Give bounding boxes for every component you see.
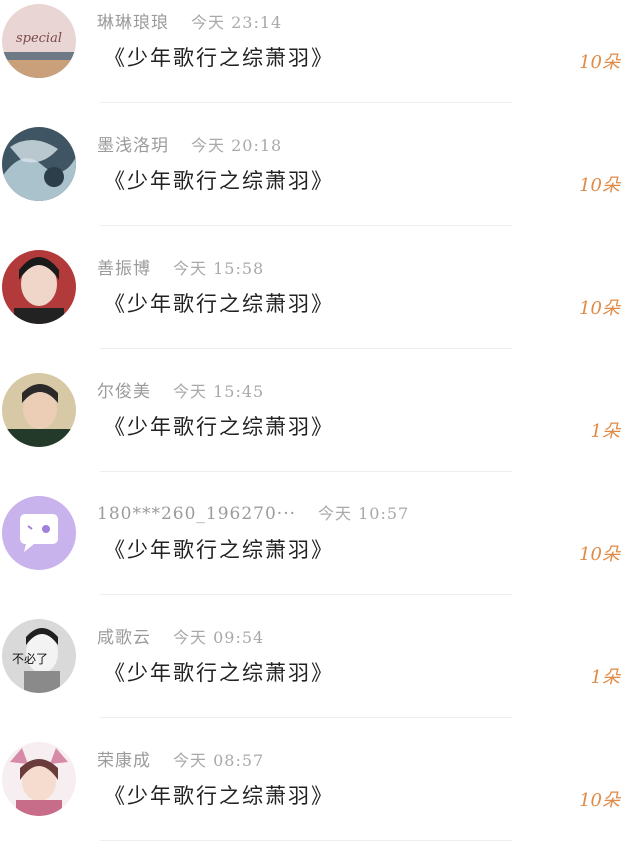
flower-count: 10朵	[579, 52, 620, 73]
book-title[interactable]: 《少年歌行之综萧羽》	[104, 534, 334, 564]
username[interactable]: 琳琳琅琅	[97, 13, 169, 33]
gift-meta: 咸歌云 今天 09:54	[97, 623, 264, 648]
gift-meta: 荣康成 今天 08:57	[97, 746, 264, 771]
gift-meta: 180***260_196270··· 今天 10:57	[97, 500, 409, 524]
avatar-default-chat-icon[interactable]	[2, 496, 76, 570]
username[interactable]: 荣康成	[97, 751, 151, 771]
avatar-special-icon[interactable]: special	[2, 4, 76, 78]
avatar-boy-icon[interactable]	[2, 373, 76, 447]
gift-meta: 尔俊美 今天 15:45	[97, 377, 264, 402]
username[interactable]: 墨浅洛玥	[97, 136, 169, 156]
timestamp: 今天 10:57	[318, 504, 410, 523]
list-item[interactable]: 墨浅洛玥 今天 20:18 《少年歌行之综萧羽》 10朵	[0, 123, 640, 246]
flower-count: 10朵	[579, 298, 620, 319]
book-title[interactable]: 《少年歌行之综萧羽》	[104, 657, 334, 687]
divider	[100, 348, 512, 349]
avatar-anime-icon[interactable]	[2, 742, 76, 816]
username[interactable]: 尔俊美	[97, 382, 151, 402]
flower-count: 10朵	[579, 790, 620, 811]
list-item[interactable]: 荣康成 今天 08:57 《少年歌行之综萧羽》 10朵	[0, 738, 640, 861]
list-item[interactable]: 不必了 咸歌云 今天 09:54 《少年歌行之综萧羽》 1朵	[0, 615, 640, 738]
flower-count: 10朵	[579, 175, 620, 196]
list-item[interactable]: 尔俊美 今天 15:45 《少年歌行之综萧羽》 1朵	[0, 369, 640, 492]
avatar-girl-icon[interactable]	[2, 250, 76, 324]
gift-meta: 善振博 今天 15:58	[97, 254, 264, 279]
timestamp: 今天 20:18	[191, 136, 283, 155]
timestamp: 今天 08:57	[173, 751, 265, 770]
timestamp: 今天 09:54	[173, 628, 265, 647]
divider	[100, 225, 512, 226]
flower-count: 1朵	[590, 421, 620, 442]
list-item[interactable]: special 琳琳琅琅 今天 23:14 《少年歌行之综萧羽》 10朵	[0, 0, 640, 123]
list-item[interactable]: 180***260_196270··· 今天 10:57 《少年歌行之综萧羽》 1…	[0, 492, 640, 615]
gift-meta: 琳琳琅琅 今天 23:14	[97, 8, 282, 33]
book-title[interactable]: 《少年歌行之综萧羽》	[104, 780, 334, 810]
book-title[interactable]: 《少年歌行之综萧羽》	[104, 411, 334, 441]
timestamp: 今天 15:58	[173, 259, 265, 278]
divider	[100, 471, 512, 472]
username[interactable]: 咸歌云	[97, 628, 151, 648]
avatar-meme-icon[interactable]: 不必了	[2, 619, 76, 693]
svg-text:special: special	[16, 31, 62, 46]
book-title[interactable]: 《少年歌行之综萧羽》	[104, 165, 334, 195]
book-title[interactable]: 《少年歌行之综萧羽》	[104, 288, 334, 318]
flower-count: 10朵	[579, 544, 620, 565]
timestamp: 今天 15:45	[173, 382, 265, 401]
flower-count: 1朵	[590, 667, 620, 688]
divider	[100, 102, 512, 103]
username[interactable]: 善振博	[97, 259, 151, 279]
divider	[100, 717, 512, 718]
avatar-caption: 不必了	[12, 652, 48, 666]
avatar-painting-icon[interactable]	[2, 127, 76, 201]
divider	[100, 594, 512, 595]
book-title[interactable]: 《少年歌行之综萧羽》	[104, 42, 334, 72]
list-item[interactable]: 善振博 今天 15:58 《少年歌行之综萧羽》 10朵	[0, 246, 640, 369]
username[interactable]: 180***260_196270···	[97, 504, 296, 524]
gift-meta: 墨浅洛玥 今天 20:18	[97, 131, 282, 156]
divider	[100, 840, 512, 841]
timestamp: 今天 23:14	[191, 13, 283, 32]
